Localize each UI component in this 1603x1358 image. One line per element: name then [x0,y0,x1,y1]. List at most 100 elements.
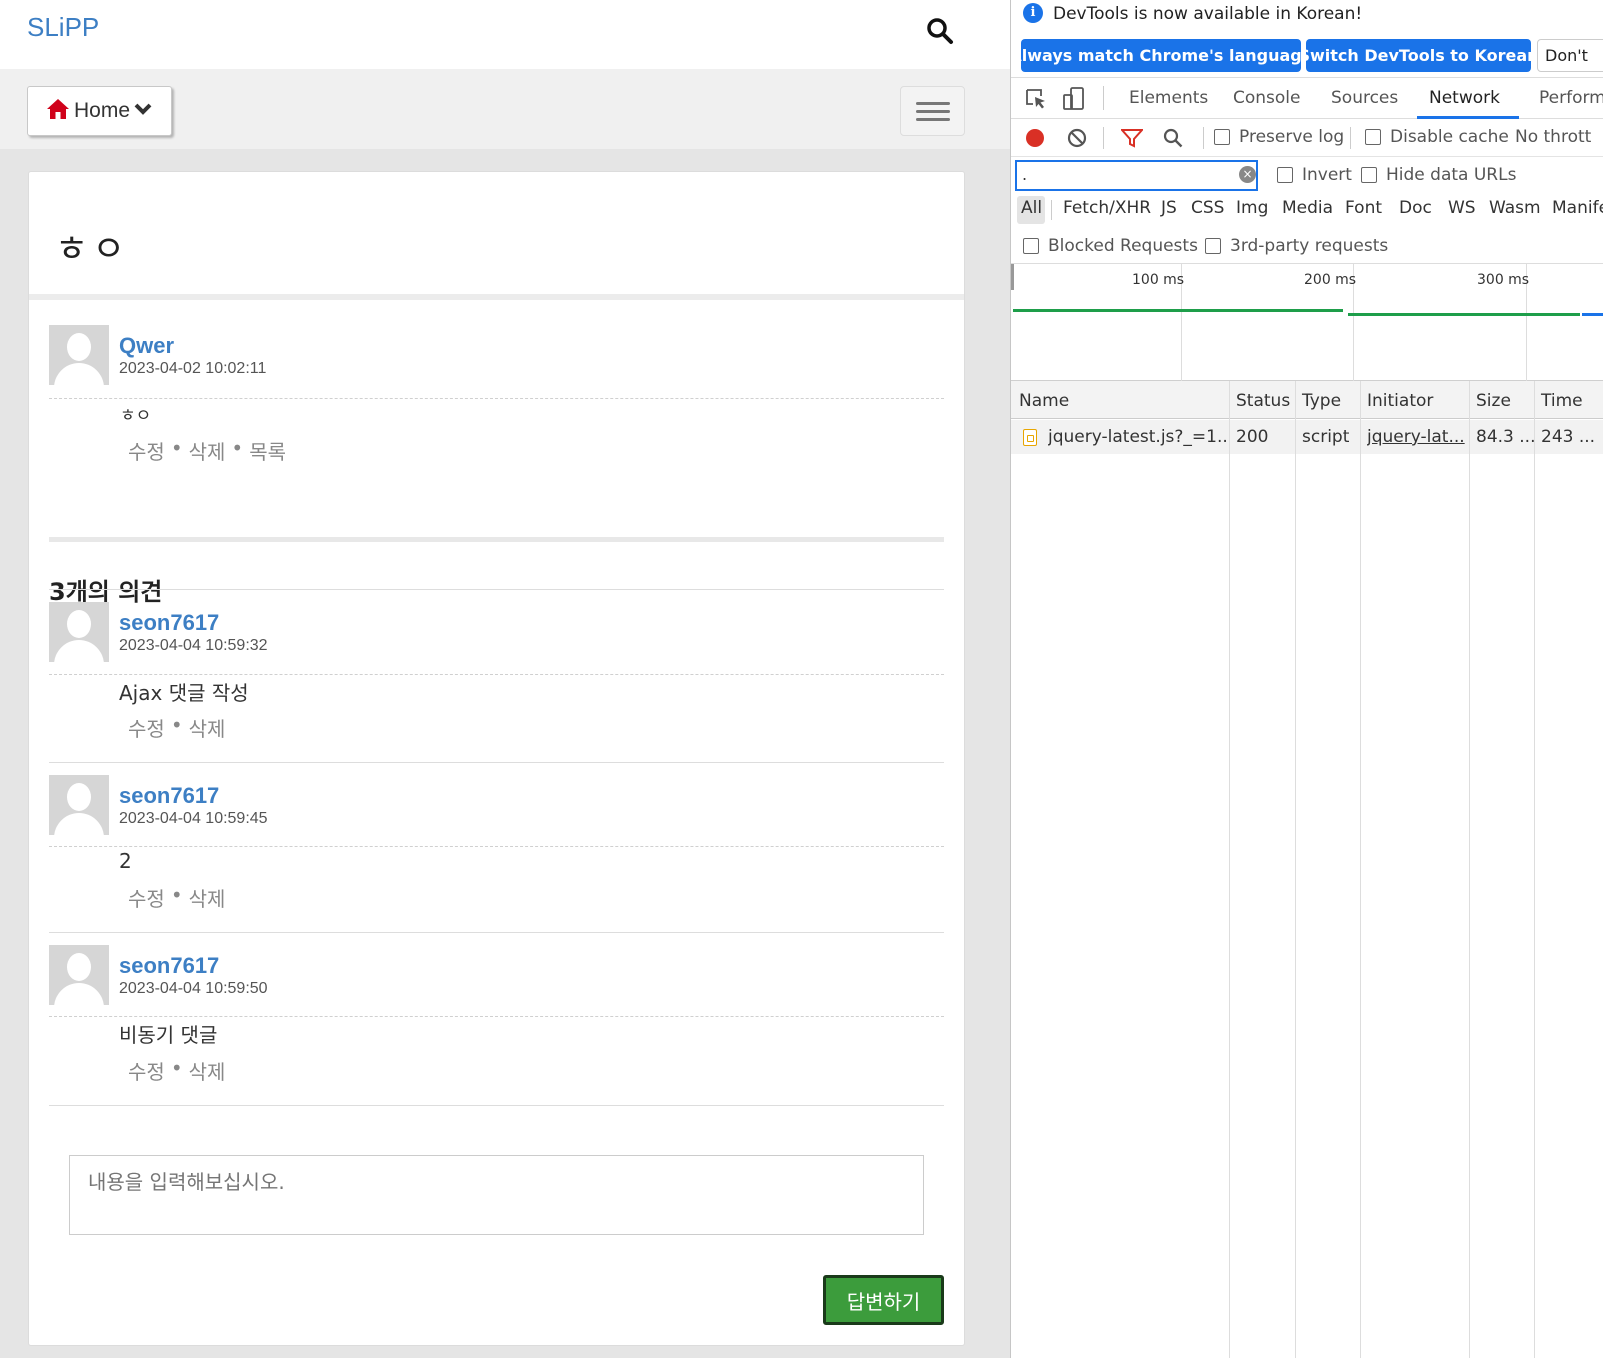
brand-logo[interactable]: SLiPP [27,12,99,43]
type-css[interactable]: CSS [1191,198,1224,218]
third-party-checkbox[interactable]: 3rd-party requests [1205,236,1388,256]
avatar [49,775,109,835]
edit-link[interactable]: 수정 [128,713,165,742]
timeline-bar [1348,313,1580,316]
comment-actions: 수정 • 삭제 [128,1056,226,1085]
column-status[interactable]: Status [1236,391,1290,411]
delete-link[interactable]: 삭제 [189,883,226,912]
hide-data-urls-label: Hide data URLs [1386,165,1517,185]
type-all[interactable]: All [1021,198,1042,218]
comment-author[interactable]: seon7617 [119,953,219,979]
column-name[interactable]: Name [1019,391,1069,411]
comment-body: 2 [119,849,132,873]
menu-line [916,118,950,121]
chevron-down-icon [134,102,152,121]
column-time[interactable]: Time [1541,391,1583,411]
throttling-select[interactable]: No thrott [1515,127,1591,147]
divider [1203,127,1204,149]
web-page: SLiPP Home ㅎㅇ Qwer 2023-04-02 10:02:11 ㅎ… [0,0,1010,1358]
clear-filter-icon[interactable]: × [1239,166,1256,183]
hide-data-urls-checkbox[interactable]: Hide data URLs [1361,165,1516,185]
tab-network[interactable]: Network [1429,88,1500,108]
search-icon[interactable] [925,16,955,46]
timeline-bar [1013,309,1343,312]
record-icon[interactable] [1025,128,1045,152]
comment-author[interactable]: seon7617 [119,783,219,809]
comment-date: 2023-04-04 10:59:50 [119,980,268,997]
dont-show-button[interactable]: Don't [1537,39,1603,72]
network-timeline[interactable]: 100 ms 200 ms 300 ms [1011,264,1603,381]
devtools-tabs: Elements Console Sources Network Perform [1011,77,1603,119]
type-media[interactable]: Media [1282,198,1333,218]
tab-console[interactable]: Console [1233,88,1301,108]
type-ws[interactable]: WS [1448,198,1476,218]
tab-sources[interactable]: Sources [1331,88,1398,108]
type-img[interactable]: Img [1236,198,1268,218]
request-initiator-link[interactable]: jquery-lat... [1367,427,1467,447]
invert-label: Invert [1302,165,1352,185]
timeline-tick-label: 300 ms [1477,272,1530,288]
request-type: script [1302,427,1350,447]
switch-korean-button[interactable]: Switch DevTools to Korean [1306,39,1531,72]
preserve-log-checkbox[interactable]: Preserve log [1214,127,1344,147]
blocked-requests-checkbox[interactable]: Blocked Requests [1023,236,1198,256]
tab-elements[interactable]: Elements [1129,88,1208,108]
type-fetch-xhr[interactable]: Fetch/XHR [1063,198,1151,218]
menu-line [916,110,950,113]
language-infobar: i DevTools is now available in Korean! A… [1011,0,1603,77]
request-time: 243 ... [1541,427,1596,447]
divider [49,1016,944,1017]
type-manifest[interactable]: Manife [1552,198,1603,218]
tab-performance[interactable]: Perform [1539,88,1603,108]
device-toolbar-icon[interactable] [1061,86,1087,112]
divider [29,294,964,300]
menu-line [916,102,950,105]
table-row[interactable]: jquery-latest.js?_=1... 200 script jquer… [1011,420,1603,454]
type-doc[interactable]: Doc [1399,198,1432,218]
divider [1051,200,1052,220]
question-author[interactable]: Qwer [119,333,174,359]
disable-cache-label: Disable cache [1390,127,1509,147]
timeline-tick-label: 200 ms [1304,272,1357,288]
delete-link[interactable]: 삭제 [189,713,226,742]
column-initiator[interactable]: Initiator [1367,391,1433,411]
hamburger-menu-button[interactable] [900,86,965,136]
list-link[interactable]: 목록 [249,436,286,465]
delete-link[interactable]: 삭제 [189,436,226,465]
inspect-element-icon[interactable] [1023,86,1049,112]
column-divider [1229,381,1230,1358]
request-size: 84.3 ... [1476,427,1536,447]
disable-cache-checkbox[interactable]: Disable cache [1365,127,1509,147]
home-dropdown-button[interactable]: Home [27,86,172,136]
clear-icon[interactable] [1067,128,1087,152]
type-wasm[interactable]: Wasm [1489,198,1541,218]
divider [49,589,944,590]
preserve-log-label: Preserve log [1239,127,1345,147]
edit-link[interactable]: 수정 [128,883,165,912]
column-size[interactable]: Size [1476,391,1511,411]
type-js[interactable]: JS [1161,198,1177,218]
edit-link[interactable]: 수정 [128,1056,165,1085]
comment-body: 비동기 댓글 [119,1023,218,1047]
reply-textarea[interactable] [69,1155,924,1235]
comment-actions: 수정 • 삭제 [128,713,226,742]
match-language-button[interactable]: Always match Chrome's language [1021,39,1301,72]
submit-answer-button[interactable]: 답변하기 [823,1275,944,1325]
timeline-tick-label: 100 ms [1132,272,1185,288]
infobar-text: DevTools is now available in Korean! [1053,4,1363,24]
type-font[interactable]: Font [1345,198,1382,218]
blocked-requests-label: Blocked Requests [1048,236,1198,256]
invert-checkbox[interactable]: Invert [1277,165,1352,185]
delete-link[interactable]: 삭제 [189,1056,226,1085]
edit-link[interactable]: 수정 [128,436,165,465]
comment-actions: 수정 • 삭제 [128,883,226,912]
divider [49,932,944,933]
filter-input[interactable]: . [1015,160,1258,191]
column-type[interactable]: Type [1302,391,1341,411]
divider [49,398,944,399]
comment-author[interactable]: seon7617 [119,610,219,636]
search-icon[interactable] [1163,128,1183,152]
filter-icon[interactable] [1119,128,1145,152]
devtools-panel: i DevTools is now available in Korean! A… [1010,0,1603,1358]
timeline-handle[interactable] [1011,264,1014,290]
